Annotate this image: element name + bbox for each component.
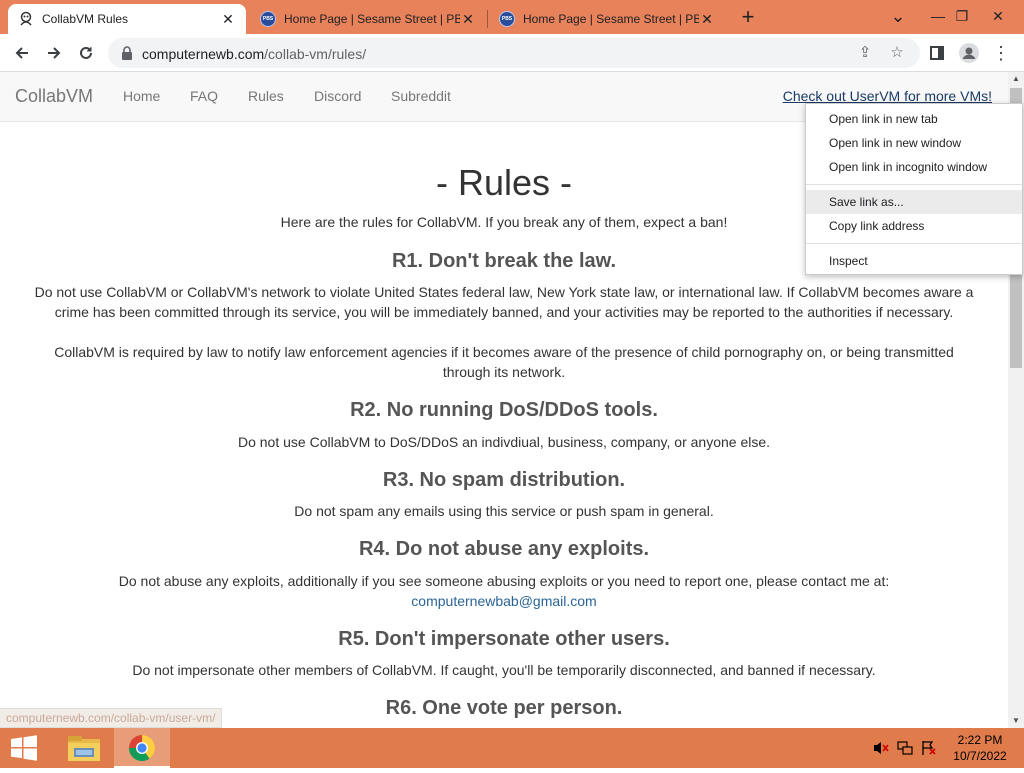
forward-arrow-icon[interactable]: [40, 40, 68, 66]
nav-link-discord[interactable]: Discord: [314, 88, 361, 104]
tab-list-chevron-icon[interactable]: ⌄: [878, 0, 918, 32]
rule-text: Do not spam any emails using this servic…: [294, 503, 714, 519]
nav-link-subreddit[interactable]: Subreddit: [391, 88, 451, 104]
bookmark-star-icon[interactable]: ☆: [886, 43, 908, 63]
tab-sesame-street-1[interactable]: PBS Home Page | Sesame Street | PBS ✕: [250, 4, 486, 34]
pbs-kids-icon: PBS: [499, 11, 515, 27]
contact-email-link[interactable]: computernewbab@gmail.com: [0, 591, 1008, 611]
tab-close-icon[interactable]: ✕: [220, 11, 236, 27]
tab-title: Home Page | Sesame Street | PBS: [523, 12, 699, 26]
tab-sesame-street-2[interactable]: PBS Home Page | Sesame Street | PBS ✕: [489, 4, 725, 34]
address-bar[interactable]: computernewb.com/collab-vm/rules/ ⇪ ☆: [108, 38, 920, 68]
lock-icon[interactable]: [120, 45, 134, 61]
rule-heading: R2. No running DoS/DDoS tools.: [350, 399, 658, 421]
nav-link-rules[interactable]: Rules: [248, 88, 284, 104]
tab-collabvm-rules[interactable]: CollabVM Rules ✕: [8, 4, 246, 34]
kebab-menu-icon[interactable]: ⋮: [990, 42, 1012, 64]
file-explorer-icon[interactable]: [56, 728, 112, 768]
tab-close-icon[interactable]: ✕: [460, 11, 476, 27]
tab-strip: CollabVM Rules ✕ PBS Home Page | Sesame …: [0, 0, 1024, 34]
windows-taskbar: 2:22 PM 10/7/2022: [0, 728, 1024, 768]
scroll-down-arrow-icon[interactable]: ▼: [1008, 714, 1024, 728]
clock-date: 10/7/2022: [953, 749, 1007, 763]
menu-separator: [806, 243, 1022, 244]
rule-text: Do not use CollabVM to DoS/DDoS an indiv…: [237, 434, 771, 450]
menu-item-save-link-as[interactable]: Save link as...: [806, 190, 1022, 214]
share-icon[interactable]: ⇪: [854, 43, 876, 63]
rule-text: Do not impersonate other members of Coll…: [132, 662, 876, 678]
new-tab-icon[interactable]: +: [736, 6, 760, 30]
menu-item-inspect[interactable]: Inspect: [806, 249, 1022, 273]
collabvm-icon: [18, 11, 34, 27]
system-clock[interactable]: 2:22 PM 10/7/2022: [940, 732, 1020, 764]
tab-close-icon[interactable]: ✕: [699, 11, 715, 27]
site-brand[interactable]: CollabVM: [15, 86, 93, 107]
menu-separator: [806, 184, 1022, 185]
windows-start-icon[interactable]: [0, 728, 48, 768]
rule-text: Do not abuse any exploits, additionally …: [118, 573, 890, 589]
link-status-bubble: computernewb.com/collab-vm/user-vm/: [0, 708, 223, 728]
rule-text: Do not use CollabVM or CollabVM's networ…: [34, 284, 974, 320]
action-center-flag-icon[interactable]: [920, 740, 938, 756]
tab-title: CollabVM Rules: [42, 12, 129, 26]
maximize-icon[interactable]: ❐: [942, 0, 982, 32]
link-context-menu: Open link in new tab Open link in new wi…: [805, 103, 1023, 275]
menu-item-copy-link-address[interactable]: Copy link address: [806, 214, 1022, 238]
url-path: /collab-vm/rules/: [264, 46, 367, 62]
menu-item-open-new-tab[interactable]: Open link in new tab: [806, 107, 1022, 131]
profile-avatar-icon[interactable]: [958, 42, 980, 64]
nav-link-faq[interactable]: FAQ: [190, 88, 218, 104]
uservm-promo-link[interactable]: Check out UserVM for more VMs!: [783, 88, 992, 104]
browser-toolbar: computernewb.com/collab-vm/rules/ ⇪ ☆ ⋮: [0, 34, 1024, 72]
clock-time: 2:22 PM: [957, 733, 1003, 747]
reload-icon[interactable]: [72, 40, 100, 66]
window-close-icon[interactable]: ✕: [978, 0, 1018, 32]
rule-heading: R4. Do not abuse any exploits.: [358, 538, 650, 560]
chrome-icon[interactable]: [114, 728, 170, 768]
pbs-kids-icon: PBS: [260, 11, 276, 27]
rule-heading: R5. Don't impersonate other users.: [338, 628, 670, 650]
back-arrow-icon[interactable]: [8, 40, 36, 66]
volume-muted-icon[interactable]: [872, 740, 890, 756]
menu-item-open-new-window[interactable]: Open link in new window: [806, 131, 1022, 155]
tab-title: Home Page | Sesame Street | PBS: [284, 12, 460, 26]
rule-text: CollabVM is required by law to notify la…: [54, 344, 954, 380]
rule-heading: R3. No spam distribution.: [382, 469, 626, 491]
scroll-up-arrow-icon[interactable]: ▲: [1008, 72, 1024, 86]
side-panel-icon[interactable]: [926, 42, 948, 64]
network-icon[interactable]: [896, 740, 914, 756]
nav-link-home[interactable]: Home: [123, 88, 160, 104]
menu-item-open-incognito[interactable]: Open link in incognito window: [806, 155, 1022, 179]
url-text: computernewb.com/collab-vm/rules/: [142, 46, 366, 62]
url-host: computernewb.com: [142, 46, 265, 62]
tab-separator: [487, 10, 488, 28]
